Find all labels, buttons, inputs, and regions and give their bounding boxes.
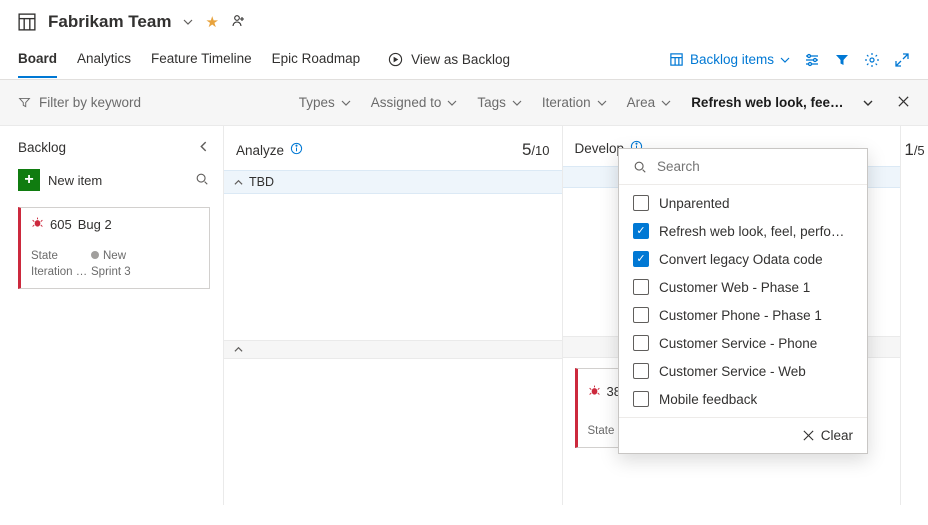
checkbox-icon[interactable] [633, 251, 649, 267]
dropdown-item[interactable]: Convert legacy Odata code [619, 245, 867, 273]
dropdown-search[interactable] [619, 149, 867, 185]
dropdown-item-label: Customer Web - Phase 1 [659, 280, 810, 295]
backlog-items-dropdown[interactable]: Backlog items [669, 52, 790, 67]
checkbox-icon[interactable] [633, 335, 649, 351]
toolbar-right: Backlog items [669, 52, 910, 68]
checkbox-icon[interactable] [633, 279, 649, 295]
dropdown-item-label: Customer Phone - Phase 1 [659, 308, 822, 323]
dropdown-item[interactable]: Customer Web - Phase 1 [619, 273, 867, 301]
dropdown-item[interactable]: Customer Phone - Phase 1 [619, 301, 867, 329]
tabs-row: Board Analytics Feature Timeline Epic Ro… [0, 40, 928, 80]
dropdown-clear-button[interactable]: Clear [802, 428, 853, 443]
fullscreen-icon[interactable] [894, 52, 910, 68]
card-state-value: New [91, 250, 199, 262]
checkbox-icon[interactable] [633, 223, 649, 239]
card-iteration-value: Sprint 3 [91, 266, 199, 278]
column-develop-name: Develop [575, 141, 625, 156]
bug-icon [588, 384, 601, 400]
page-header: Fabrikam Team ★ [0, 0, 928, 40]
tab-feature-timeline[interactable]: Feature Timeline [151, 41, 252, 78]
filter-parent-active[interactable]: Refresh web look, fee… [691, 95, 873, 110]
filter-assigned-to[interactable]: Assigned to [371, 95, 458, 110]
view-as-backlog-link[interactable]: View as Backlog [388, 52, 510, 67]
dropdown-item[interactable]: Mobile feedback [619, 385, 867, 413]
dropdown-item-label: Customer Service - Phone [659, 336, 817, 351]
favorite-star-icon[interactable]: ★ [205, 13, 218, 31]
bug-icon [31, 216, 44, 232]
filter-bar: Filter by keyword Types Assigned to Tags… [0, 80, 928, 126]
column-analyze: Analyze 5/10 TBD [224, 126, 563, 505]
team-name[interactable]: Fabrikam Team [48, 12, 171, 32]
backlog-card[interactable]: 605 Bug 2 State New Iteration … Sprint 3 [18, 207, 210, 289]
gear-icon[interactable] [864, 52, 880, 68]
team-board-icon [18, 13, 36, 31]
backlog-column: Backlog + New item 605 Bug 2 State New [0, 126, 224, 505]
dropdown-item-label: Customer Service - Web [659, 364, 806, 379]
dropdown-item[interactable]: Refresh web look, feel, perfo… [619, 217, 867, 245]
column-analyze-name: Analyze [236, 143, 284, 158]
checkbox-icon[interactable] [633, 391, 649, 407]
card-id: 605 [50, 217, 72, 232]
card-iteration-label: Iteration … [31, 266, 91, 278]
checkbox-icon[interactable] [633, 307, 649, 323]
dropdown-item-label: Convert legacy Odata code [659, 252, 823, 267]
column-rightmost: 1/5 [900, 126, 928, 505]
tab-analytics[interactable]: Analytics [77, 41, 131, 78]
dropdown-item[interactable]: Unparented [619, 189, 867, 217]
swimlane-tbd[interactable]: TBD [224, 170, 562, 194]
column-analyze-wip: 5/10 [522, 140, 550, 160]
dropdown-list: Unparented Refresh web look, feel, perfo…… [619, 185, 867, 417]
parent-filter-dropdown: Unparented Refresh web look, feel, perfo…… [618, 148, 868, 454]
swimlane-collapsed[interactable] [224, 340, 562, 359]
dropdown-search-input[interactable] [657, 159, 853, 174]
dropdown-item-label: Unparented [659, 196, 730, 211]
tabs: Board Analytics Feature Timeline Epic Ro… [18, 41, 360, 78]
column-rightmost-wip: 1/5 [901, 140, 928, 160]
tab-board[interactable]: Board [18, 41, 57, 78]
filter-keyword-placeholder: Filter by keyword [39, 95, 141, 110]
filter-iteration[interactable]: Iteration [542, 95, 607, 110]
info-icon[interactable] [290, 142, 303, 158]
team-chevron-icon[interactable] [183, 15, 193, 30]
card-name: Bug 2 [78, 217, 112, 232]
backlog-items-label: Backlog items [690, 52, 774, 67]
filter-tags[interactable]: Tags [477, 95, 522, 110]
settings-sliders-icon[interactable] [804, 52, 820, 68]
checkbox-icon[interactable] [633, 195, 649, 211]
dropdown-item[interactable]: Customer Service - Phone [619, 329, 867, 357]
dropdown-item[interactable]: Customer Service - Web [619, 357, 867, 385]
backlog-title: Backlog [18, 140, 66, 155]
new-item-label[interactable]: New item [48, 173, 102, 188]
filter-funnel-icon[interactable] [834, 52, 850, 68]
team-members-icon[interactable] [231, 13, 247, 32]
filter-area[interactable]: Area [627, 95, 672, 110]
card-state-label: State [31, 250, 91, 262]
dropdown-item-label: Mobile feedback [659, 392, 757, 407]
filter-keyword-input[interactable]: Filter by keyword [18, 95, 141, 110]
dropdown-item-label: Refresh web look, feel, perfo… [659, 224, 844, 239]
new-item-button[interactable]: + [18, 169, 40, 191]
checkbox-icon[interactable] [633, 363, 649, 379]
clear-filter-icon[interactable] [897, 95, 910, 111]
backlog-collapse-icon[interactable] [198, 140, 209, 155]
tab-epic-roadmap[interactable]: Epic Roadmap [272, 41, 361, 78]
backlog-search-icon[interactable] [195, 172, 209, 189]
view-as-backlog-label: View as Backlog [411, 52, 510, 67]
filter-types[interactable]: Types [299, 95, 351, 110]
